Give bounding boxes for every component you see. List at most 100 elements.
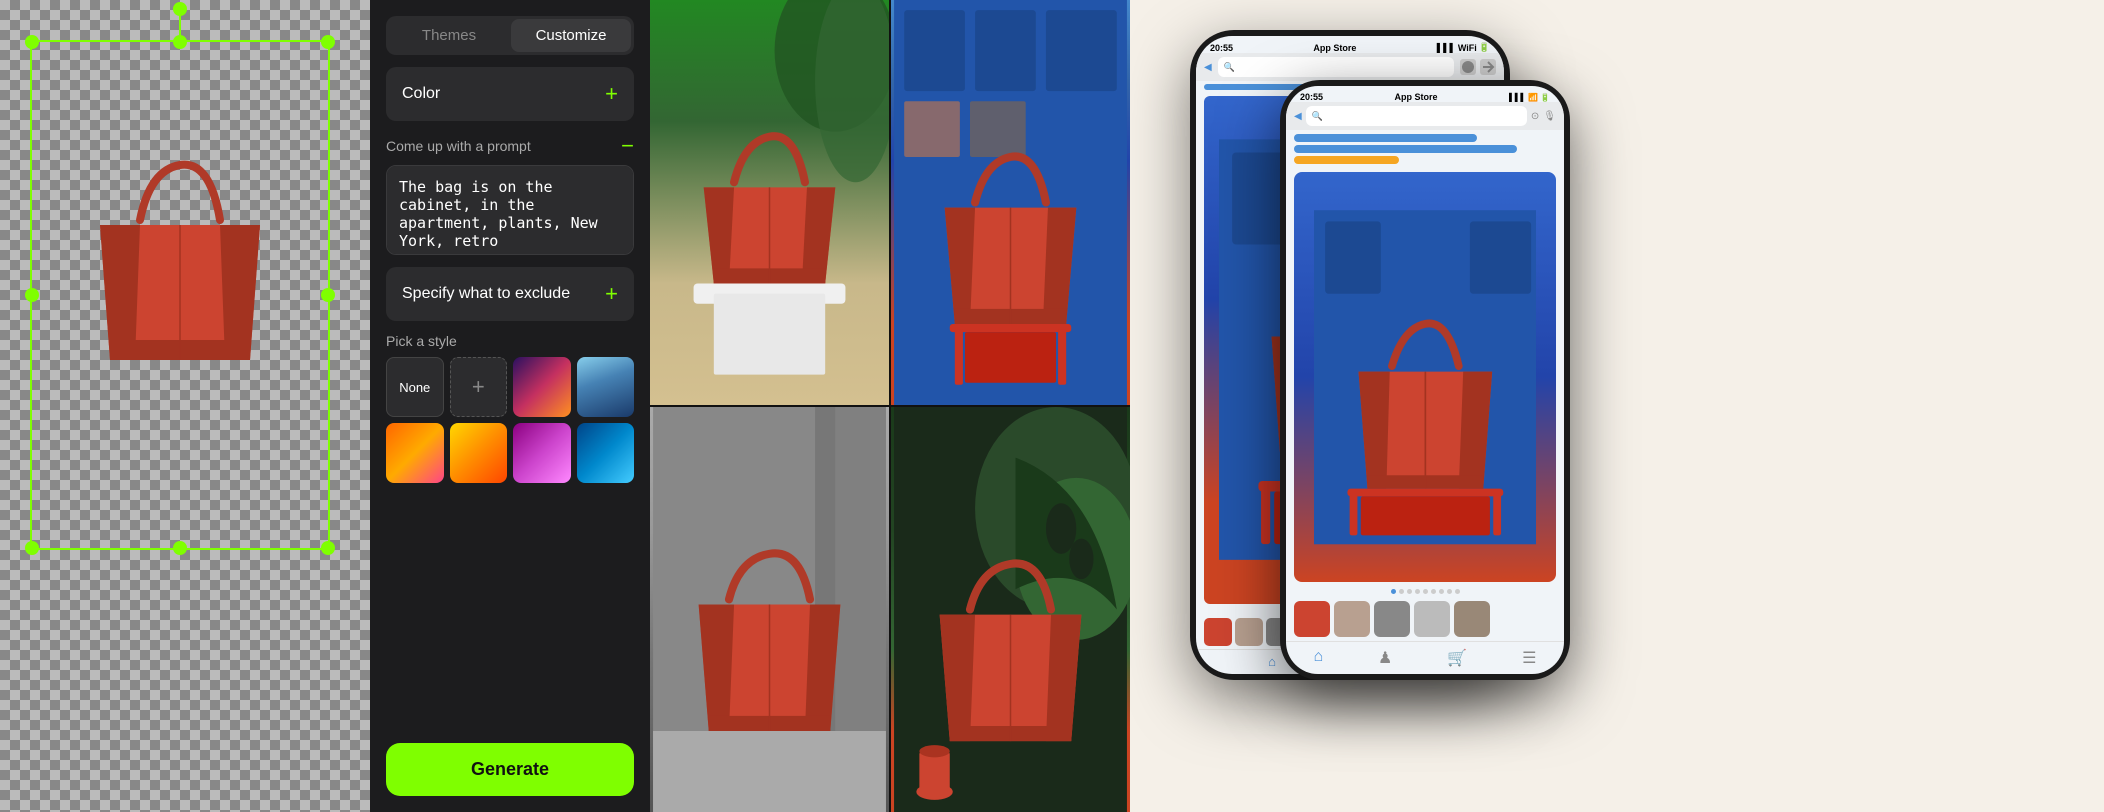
- back-wifi-icon: WiFi: [1458, 43, 1477, 53]
- phones-panel: 20:55 App Store ▌▌▌ WiFi 🔋 ◀ 🔍: [1130, 0, 2104, 812]
- exclude-label: Specify what to exclude: [402, 285, 570, 303]
- style-section: Pick a style None +: [386, 333, 634, 483]
- color-section[interactable]: Color +: [386, 67, 634, 121]
- front-phone-bag-svg: [1314, 203, 1537, 552]
- style-item-custom[interactable]: +: [450, 357, 508, 417]
- front-menu-icon[interactable]: ☰: [1522, 648, 1536, 668]
- front-thumb-5[interactable]: [1454, 601, 1490, 637]
- back-thumb-1[interactable]: [1204, 618, 1232, 646]
- handle-top-right[interactable]: [321, 35, 335, 49]
- prompt-collapse-button[interactable]: −: [621, 133, 634, 159]
- handle-top-mid[interactable]: [173, 35, 187, 49]
- front-wifi-icon: 📶: [1528, 93, 1538, 102]
- handle-mid-right[interactable]: [321, 288, 335, 302]
- style-thumb-3: [386, 423, 444, 483]
- front-action-icon-2[interactable]: 🎙: [1543, 111, 1556, 122]
- back-phone-action-icons: [1460, 59, 1496, 75]
- handle-mid-left[interactable]: [25, 288, 39, 302]
- color-expand-button[interactable]: +: [605, 81, 618, 107]
- front-phone-search-area: ◀ 🔍 ⊙ 🎙: [1286, 102, 1564, 130]
- tab-themes[interactable]: Themes: [389, 19, 509, 52]
- front-cart-icon[interactable]: 🛒: [1447, 648, 1467, 668]
- style-thumb-4: [450, 423, 508, 483]
- style-item-none[interactable]: None: [386, 357, 444, 417]
- photo-cell-3[interactable]: [650, 407, 889, 812]
- front-phone-store: App Store: [1395, 92, 1438, 102]
- front-thumb-1[interactable]: [1294, 601, 1330, 637]
- exclude-section[interactable]: Specify what to exclude +: [386, 267, 634, 321]
- handle-top-left[interactable]: [25, 35, 39, 49]
- bag-svg: [80, 140, 280, 380]
- photo-cell-4[interactable]: [891, 407, 1130, 812]
- front-dot-7: [1439, 589, 1444, 594]
- phone-front-screen: 20:55 App Store ▌▌▌ 📶 🔋 ◀ 🔍 ⊙ 🎙: [1286, 86, 1564, 674]
- front-dot-9: [1455, 589, 1460, 594]
- tab-customize[interactable]: Customize: [511, 19, 631, 52]
- back-battery-icon: 🔋: [1479, 42, 1490, 53]
- front-dot-6: [1431, 589, 1436, 594]
- style-thumb-1: [513, 357, 571, 417]
- controls-panel: Themes Customize Color + Come up with a …: [370, 0, 650, 812]
- style-item-5[interactable]: [513, 423, 571, 483]
- front-home-icon[interactable]: ⌂: [1313, 648, 1323, 668]
- photos-panel: [650, 0, 1130, 812]
- front-profile-icon[interactable]: ♟: [1378, 648, 1392, 668]
- style-thumb-2: [577, 357, 635, 417]
- front-thumb-2[interactable]: [1334, 601, 1370, 637]
- front-dot-8: [1447, 589, 1452, 594]
- style-thumb-6: [577, 423, 635, 483]
- color-label: Color: [402, 85, 440, 103]
- back-phone-icon-1[interactable]: [1460, 59, 1476, 75]
- front-signal-icon: ▌▌▌: [1509, 93, 1526, 102]
- style-grid: None +: [386, 357, 634, 483]
- front-dot-2: [1399, 589, 1404, 594]
- front-thumb-4[interactable]: [1414, 601, 1450, 637]
- front-search-bar[interactable]: 🔍: [1306, 106, 1527, 126]
- back-phone-search-bar[interactable]: 🔍: [1218, 57, 1454, 77]
- front-phone-thumb-row: [1286, 597, 1564, 641]
- back-phone-header: ◀ 🔍: [1196, 53, 1504, 81]
- photo-bag-4: [891, 407, 1130, 812]
- back-phone-status-bar: 20:55 App Store ▌▌▌ WiFi 🔋: [1196, 36, 1504, 53]
- front-dot-4: [1415, 589, 1420, 594]
- front-progress-bar-yellow: [1294, 156, 1399, 164]
- generate-button[interactable]: Generate: [386, 743, 634, 796]
- front-phone-status-bar: 20:55 App Store ▌▌▌ 📶 🔋: [1286, 86, 1564, 102]
- back-phone-back-btn[interactable]: ◀: [1204, 62, 1212, 73]
- back-search-icon: 🔍: [1224, 62, 1235, 73]
- style-item-3[interactable]: [386, 423, 444, 483]
- front-phone-main-image[interactable]: [1294, 172, 1556, 582]
- style-label: Pick a style: [386, 333, 634, 349]
- back-signal-icon: ▌▌▌: [1437, 43, 1456, 53]
- photo-cell-2[interactable]: [891, 0, 1130, 405]
- style-item-1[interactable]: [513, 357, 571, 417]
- front-dot-5: [1423, 589, 1428, 594]
- back-home-icon[interactable]: ⌂: [1268, 654, 1276, 670]
- front-battery-icon: 🔋: [1540, 93, 1550, 102]
- photo-cell-1[interactable]: [650, 0, 889, 405]
- handle-bot-left[interactable]: [25, 541, 39, 555]
- style-item-2[interactable]: [577, 357, 635, 417]
- photo-bag-2: [891, 0, 1130, 405]
- front-progress-bar-blue-1: [1294, 134, 1477, 142]
- front-thumb-3[interactable]: [1374, 601, 1410, 637]
- style-item-6[interactable]: [577, 423, 635, 483]
- prompt-label-text: Come up with a prompt: [386, 138, 531, 154]
- back-thumb-2[interactable]: [1235, 618, 1263, 646]
- photo-bag-3: [650, 407, 889, 812]
- handle-bot-mid[interactable]: [173, 541, 187, 555]
- back-phone-icon-2[interactable]: [1480, 59, 1496, 75]
- handle-bot-right[interactable]: [321, 541, 335, 555]
- editor-panel: [0, 0, 370, 812]
- back-phone-store: App Store: [1313, 43, 1356, 53]
- front-dot-3: [1407, 589, 1412, 594]
- exclude-expand-button[interactable]: +: [605, 281, 618, 307]
- style-thumb-5: [513, 423, 571, 483]
- front-action-icon-1[interactable]: ⊙: [1531, 111, 1539, 122]
- handle-top-anchor[interactable]: [173, 2, 187, 16]
- tab-bar: Themes Customize: [386, 16, 634, 55]
- front-back-btn[interactable]: ◀: [1294, 111, 1302, 122]
- style-item-4[interactable]: [450, 423, 508, 483]
- photo-bag-1: [650, 0, 889, 405]
- prompt-textarea[interactable]: The bag is on the cabinet, in the apartm…: [386, 165, 634, 255]
